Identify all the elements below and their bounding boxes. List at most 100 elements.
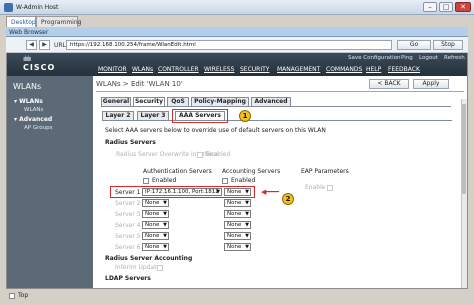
window-titlebar: W-Admin Host – □ ✕ [0, 0, 474, 15]
cisco-header: ıılıılıı CISCO Save Configuration Ping L… [7, 53, 467, 76]
server2-label: Server 2 [115, 200, 141, 207]
menu-help[interactable]: HELP [366, 66, 381, 73]
sidebar-section-wlans[interactable]: ▾ WLANs [14, 98, 43, 105]
scrollbar-thumb[interactable] [462, 104, 466, 194]
menu-commands[interactable]: COMMANDS [326, 66, 362, 73]
dropdown-arrow-icon: ▼ [163, 233, 167, 239]
callout-2-badge: 2 [282, 193, 294, 205]
interim-update-label: Interim Update [115, 264, 161, 271]
server3-acct-select[interactable]: None ▼ [224, 210, 251, 218]
auth-enabled-checkbox[interactable] [143, 178, 149, 184]
minimize-icon[interactable]: – [423, 2, 437, 12]
window-title: W-Admin Host [16, 4, 59, 11]
breadcrumb: WLANs > Edit 'WLAN 10' [96, 80, 183, 88]
radius-overwrite-checkbox[interactable] [197, 152, 203, 158]
menu-wlans[interactable]: WLANs [132, 66, 153, 73]
acct-enabled-label: Enabled [231, 177, 256, 184]
dropdown-arrow-icon: ▼ [245, 244, 249, 250]
main-content: WLANs > Edit 'WLAN 10' < BACK Apply Gene… [93, 76, 467, 288]
ping-link[interactable]: Ping [401, 55, 413, 61]
eap-parameters-header: EAP Parameters [301, 168, 349, 175]
server6-label: Server 6 [115, 244, 141, 251]
menu-monitor[interactable]: MONITOR [98, 66, 127, 73]
tabs-baseline [101, 106, 451, 107]
close-icon[interactable]: ✕ [455, 2, 471, 12]
sidebar-section-advanced[interactable]: ▾ Advanced [14, 116, 52, 123]
ldap-servers-title: LDAP Servers [105, 275, 151, 282]
eap-enable-label: Enable [305, 184, 326, 191]
menu-security[interactable]: SECURITY [240, 66, 269, 73]
radius-accounting-title: Radius Server Accounting [105, 255, 193, 262]
server2-auth-select[interactable]: None ▼ [142, 199, 169, 207]
sidebar: WLANs ▾ WLANs WLANs ▾ Advanced AP Groups [7, 76, 93, 288]
cisco-logo: ıılıılıı CISCO [23, 55, 56, 73]
server4-auth-select[interactable]: None ▼ [142, 221, 169, 229]
menu-controller[interactable]: CONTROLLER [158, 66, 199, 73]
dropdown-arrow-icon: ▼ [245, 233, 249, 239]
server1-label: Server 1 [115, 189, 141, 196]
radius-servers-title: Radius Servers [105, 139, 156, 146]
server1-auth-select[interactable]: IP:172.16.1.100, Port:1812 ▼ [142, 188, 222, 196]
url-bar: ◀ ▶ URL Go Stop [6, 37, 468, 53]
subtabs-baseline [102, 120, 452, 121]
top-checkbox[interactable] [9, 293, 15, 299]
server6-auth-select[interactable]: None ▼ [142, 243, 169, 251]
sidebar-title: WLANs [13, 82, 42, 91]
url-input[interactable] [66, 40, 392, 50]
stop-button[interactable]: Stop [433, 40, 463, 50]
top-label: Top [18, 292, 29, 299]
cisco-bars-icon: ıılıılıı [23, 55, 32, 63]
tab-programming[interactable]: Programming [36, 16, 81, 27]
server3-label: Server 3 [115, 211, 141, 218]
dropdown-arrow-icon: ▼ [163, 244, 167, 250]
server2-acct-select[interactable]: None ▼ [224, 199, 251, 207]
go-button[interactable]: Go [397, 40, 431, 50]
description-text: Select AAA servers below to override use… [105, 127, 326, 134]
dropdown-arrow-icon: ▼ [216, 189, 220, 195]
url-label: URL [54, 42, 66, 49]
forward-arrow-icon[interactable]: ▶ [39, 40, 50, 50]
refresh-link[interactable]: Refresh [444, 55, 465, 61]
sidebar-item-ap-groups[interactable]: AP Groups [24, 125, 52, 131]
menu-wireless[interactable]: WIRELESS [204, 66, 234, 73]
menu-feedback[interactable]: FEEDBACK [388, 66, 420, 73]
server1-acct-select[interactable]: None ▼ [224, 188, 251, 196]
eap-enable-checkbox[interactable] [327, 185, 333, 191]
browser-title: Web Browser [9, 29, 49, 36]
app-icon [4, 3, 13, 12]
dropdown-arrow-icon: ▼ [163, 222, 167, 228]
back-arrow-icon[interactable]: ◀ [26, 40, 37, 50]
server3-auth-select[interactable]: None ▼ [142, 210, 169, 218]
server5-auth-select[interactable]: None ▼ [142, 232, 169, 240]
maximize-icon[interactable]: □ [439, 2, 453, 12]
interim-update-checkbox[interactable] [157, 265, 163, 271]
apply-button[interactable]: Apply [413, 79, 449, 89]
highlight-box-aaa-tab [172, 109, 228, 123]
auth-servers-header: Authentication Servers [143, 168, 212, 175]
dropdown-arrow-icon: ▼ [245, 222, 249, 228]
menu-management[interactable]: MANAGEMENT [277, 66, 320, 73]
server5-label: Server 5 [115, 233, 141, 240]
back-button[interactable]: < BACK [369, 79, 409, 89]
auth-enabled-label: Enabled [152, 177, 177, 184]
callout-2-arrow-icon: ◀━━━ [261, 188, 280, 196]
server6-acct-select[interactable]: None ▼ [224, 243, 251, 251]
status-bar: Top [6, 289, 468, 303]
server4-acct-select[interactable]: None ▼ [224, 221, 251, 229]
dropdown-arrow-icon: ▼ [245, 200, 249, 206]
sidebar-item-wlans[interactable]: WLANs [24, 107, 43, 113]
dropdown-arrow-icon: ▼ [245, 189, 249, 195]
browser-titlebar: Web Browser [6, 27, 468, 37]
radius-overwrite-state: Enabled [206, 151, 231, 158]
server5-acct-select[interactable]: None ▼ [224, 232, 251, 240]
acct-servers-header: Accounting Servers [222, 168, 281, 175]
dropdown-arrow-icon: ▼ [163, 200, 167, 206]
callout-1-badge: 1 [239, 110, 251, 122]
logout-link[interactable]: Logout [419, 55, 438, 61]
dropdown-arrow-icon: ▼ [163, 211, 167, 217]
save-configuration-link[interactable]: Save Configuration [348, 55, 401, 61]
acct-enabled-checkbox[interactable] [222, 178, 228, 184]
server4-label: Server 4 [115, 222, 141, 229]
header-divider [96, 91, 464, 92]
dropdown-arrow-icon: ▼ [245, 211, 249, 217]
